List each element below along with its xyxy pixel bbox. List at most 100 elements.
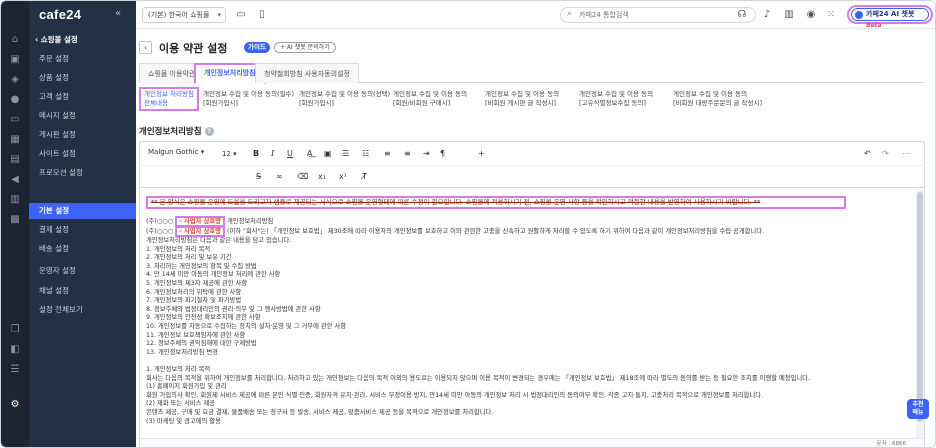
menu-item-channel[interactable]: 채널 설정 [39, 283, 134, 299]
collapse-menu-button[interactable]: « [115, 8, 121, 19]
character-count: 문자 : 6866 [876, 441, 906, 447]
pc-view-icon[interactable]: ▭ [235, 9, 247, 21]
menu-item-operator[interactable]: 운영자 설정 [39, 263, 134, 279]
integrated-search[interactable]: ⌕ [560, 7, 756, 23]
help-icon[interactable]: ? [204, 127, 214, 136]
subnav-item-purchase[interactable]: 개인정보 수집 및 이용 동의 [회원/비회원 구매시] [393, 90, 467, 108]
menu-item-message[interactable]: 메시지 설정 [39, 108, 134, 124]
bullet-list-icon[interactable]: ☰ [342, 148, 349, 160]
app-frame: ⌂ ▣ ◈ ● ▭ ▦ ▤ ◀ ▥ ▩ ❐ ◧ ☰ ⚙ cafe24 ‹ 쇼핑몰… [0, 0, 936, 448]
guide-badge[interactable]: 가이드 [244, 42, 270, 53]
menu-item-shipping[interactable]: 배송 설정 [39, 241, 134, 257]
text-color-icon[interactable]: A͟ [307, 148, 312, 160]
underline-icon[interactable]: U [287, 148, 293, 160]
policy-editor: Malgun Gothic ▾ 12 ▾ B I U A͟ ▣ ☰ ☷ ≡ ≡ … [139, 141, 925, 447]
italic-icon[interactable]: I [271, 148, 274, 160]
list-icon[interactable]: ☰ [9, 364, 21, 376]
home-icon[interactable]: ⌂ [9, 34, 21, 46]
menu-item-promotion[interactable]: 프로모션 설정 [39, 165, 134, 181]
subnav-item-bulk-order[interactable]: 개인정보 수집 및 이용 동의 [비회원 대량주문문의 글 작성시] [673, 90, 762, 108]
mobile-view-icon[interactable]: ▯ [256, 9, 268, 21]
search-input[interactable] [579, 9, 749, 21]
search-icon: ⌕ [567, 9, 573, 19]
menu-item-board[interactable]: 게시판 설정 [39, 127, 134, 143]
indent-icon[interactable]: ⇥ [423, 148, 430, 160]
undo-icon[interactable]: ↶ [864, 148, 871, 160]
menu-item-site[interactable]: 사이트 설정 [39, 146, 134, 162]
puzzle-icon[interactable]: ◧ [9, 344, 21, 356]
doc-line-company-intro: (주)○○○ - 사업자 상호명 (이하 "회사"는) 「개인정보 보호법」 제… [146, 226, 764, 237]
doc-line: 10. 개인정보를 자동으로 수집하는 장치의 설치·운영 및 그 거부에 관한… [146, 323, 347, 330]
menu-item-payment[interactable]: 결제 설정 [39, 222, 134, 238]
box-icon[interactable]: ▣ [9, 54, 21, 66]
account-icon[interactable]: ◉ [805, 9, 817, 21]
ask-ai-button[interactable]: + AI 챗봇 문의하기 [274, 42, 336, 53]
highlight-icon[interactable]: ▣ [324, 148, 332, 160]
doc-line: (1) 홈페이지 회원가입 및 관리 [146, 383, 227, 391]
doc-line: 1. 개인정보의 처리 목적 [146, 245, 211, 253]
chart-icon[interactable]: ▥ [9, 194, 21, 206]
gear-icon[interactable]: ⚙ [9, 399, 21, 411]
numbered-list-icon[interactable]: ☷ [362, 148, 369, 160]
font-size-value: 12 [222, 150, 231, 158]
editor-content[interactable]: ** 본 양식은 쇼핑몰 운영에 도움을 드리고자 샘플로 제공되는 서식으로 … [144, 190, 914, 438]
subnav-item-required-signup[interactable]: 개인정보 수집 및 이용 동의(필수) [회원가입시] [203, 90, 294, 108]
chatbot-icon [855, 11, 863, 19]
bell-icon[interactable]: ♪ [761, 9, 773, 21]
menu-item-basic[interactable]: 기본 설정 [29, 203, 136, 219]
back-button[interactable]: ‹ [139, 41, 152, 54]
subnav-item-line: [비회원 게시판 글 작성시] [485, 99, 557, 107]
layers-icon[interactable]: ❐ [9, 324, 21, 336]
ai-chatbot-button[interactable]: 카페24 AI 챗봇 Beta [847, 5, 933, 29]
cafe24-logo[interactable]: cafe24 [39, 7, 81, 22]
doc-line: (3) 마케팅 및 광고에의 활용 [146, 417, 221, 425]
apps-grid-icon[interactable]: ⁙ [825, 9, 837, 21]
store-icon[interactable]: ▥ [783, 9, 795, 21]
superscript-icon[interactable]: x¹ [339, 171, 347, 183]
editor-toolbar-primary: Malgun Gothic ▾ 12 ▾ B I U A͟ ▣ ☰ ☷ ≡ ≡ … [140, 142, 924, 166]
user-icon[interactable]: ● [9, 94, 21, 106]
subnav-item-unique-id[interactable]: 개인정보 수집 및 이용 동의 [고유식별정보수집 동의] [579, 90, 653, 108]
subnav-item-line: 개인정보 수집 및 이용 동의 [485, 90, 560, 98]
paragraph-icon[interactable]: ¶ [440, 148, 445, 160]
recommended-menu-button[interactable]: 추천 메뉴 [907, 399, 929, 419]
scrollbar-thumb[interactable] [917, 192, 923, 422]
grid-icon[interactable]: ▦ [9, 134, 21, 146]
company-prefix: (주)○○○ [146, 228, 174, 235]
subnav-item-line: [회원가입시] [299, 99, 334, 107]
insert-icon[interactable]: + [478, 148, 485, 160]
headset-icon[interactable]: ☊ [736, 9, 748, 21]
subscript-icon[interactable]: x₁ [318, 171, 326, 183]
shop-select[interactable]: (기본) 한국어 쇼핑몰 ▾ [142, 7, 226, 23]
more-icon[interactable]: ⋯ [902, 148, 910, 160]
menu-item-order[interactable]: 주문 설정 [39, 51, 134, 67]
subnav-item-line: 개인정보 수집 및 이용 동의 [579, 90, 654, 98]
align-center-icon[interactable]: ≡ [404, 148, 411, 160]
monitor-icon[interactable]: ▤ [9, 154, 21, 166]
tag-icon[interactable]: ◈ [9, 74, 21, 86]
menu-item-customer[interactable]: 고객 설정 [39, 89, 134, 105]
subnav-item-full-policy[interactable]: 개인정보 처리방침 전체내용 [139, 87, 199, 111]
font-family-select[interactable]: Malgun Gothic ▾ [148, 148, 204, 156]
menu-item-product[interactable]: 상품 설정 [39, 70, 134, 86]
menu-back-shop-settings[interactable]: ‹ 쇼핑몰 설정 [35, 34, 78, 45]
message-icon[interactable]: ▭ [9, 114, 21, 126]
subnav-item-optional-signup[interactable]: 개인정보 수집 및 이용 동의(선택) [회원가입시] [299, 90, 390, 108]
strikethrough-icon[interactable]: S̶ [256, 171, 261, 183]
tab-withdrawal-consent[interactable]: 청약철회방침 사용자동의설정 [255, 63, 359, 83]
doc-line: (2) 재화 또는 서비스 제공 [146, 400, 216, 408]
align-left-icon[interactable]: ≡ [384, 148, 391, 160]
subnav-item-line: 전체내용 [144, 99, 168, 107]
clear-format-icon[interactable]: ⌫ [297, 171, 308, 183]
megaphone-icon[interactable]: ◀ [9, 174, 21, 186]
subnav-item-line: 개인정보 수집 및 이용 동의(선택) [299, 90, 391, 98]
bold-icon[interactable]: B [253, 148, 259, 160]
link-icon[interactable]: ∞ [276, 171, 283, 183]
font-size-select[interactable]: 12 ▾ [222, 148, 237, 160]
redo-icon[interactable]: ↷ [882, 148, 889, 160]
apps-icon[interactable]: ▩ [9, 214, 21, 226]
subnav-item-guest-board[interactable]: 개인정보 수집 및 이용 동의 [비회원 게시판 글 작성시] [485, 90, 559, 108]
doc-line: 6. 개인정보처리의 위탁에 관한 사항 [146, 288, 242, 296]
menu-item-all-settings[interactable]: 설정 전체보기 [39, 302, 134, 318]
clear-style-icon[interactable]: T̸ [362, 171, 367, 183]
